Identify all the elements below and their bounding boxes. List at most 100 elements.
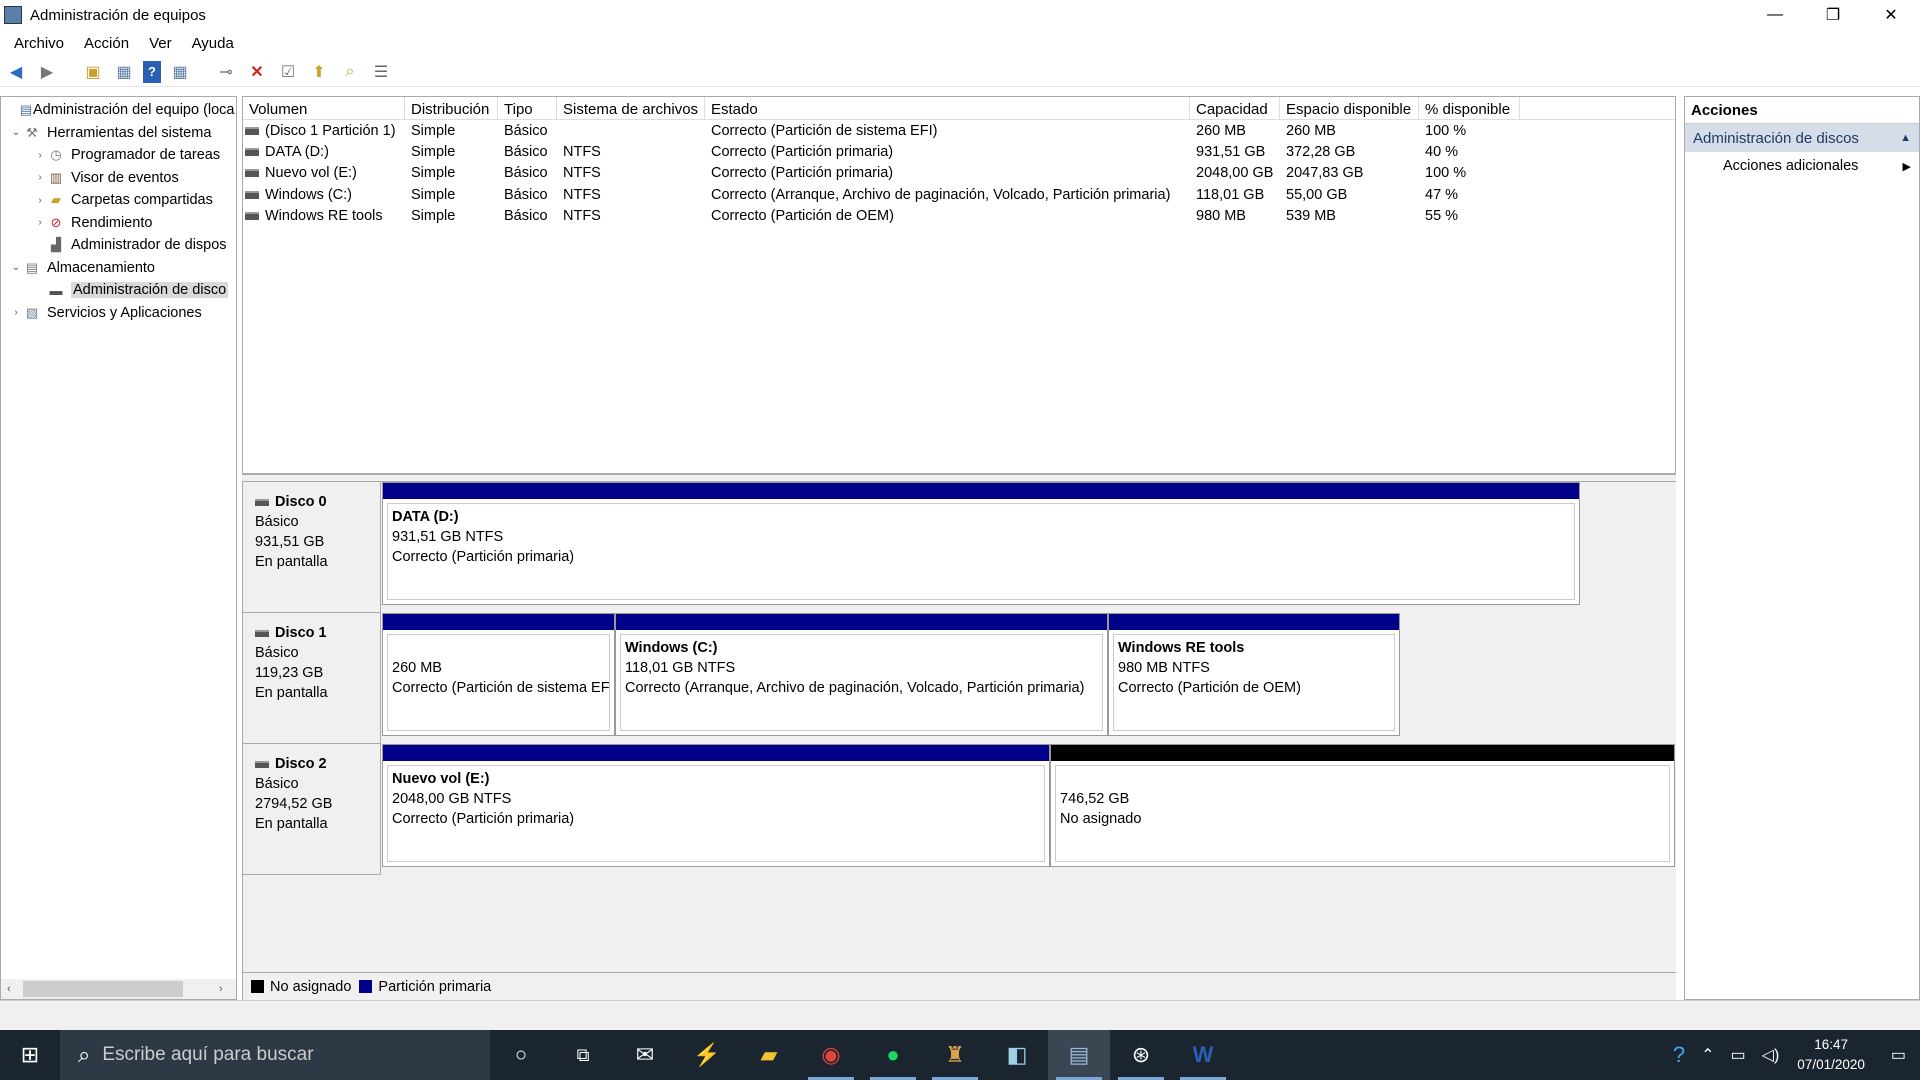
table-header: Volumen Distribución Tipo Sistema de arc…	[243, 97, 1675, 120]
table-cell: Simple	[411, 143, 456, 160]
console-view-icon[interactable]: ▦	[168, 61, 192, 83]
menu-accion[interactable]: Acción	[74, 35, 139, 52]
table-cell: Correcto (Arranque, Archivo de paginació…	[711, 186, 1171, 203]
table-cell: Simple	[411, 122, 456, 139]
forward-icon[interactable]: ▶	[35, 61, 59, 83]
partition-block[interactable]: DATA (D:) 931,51 GB NTFS Correcto (Parti…	[382, 482, 1580, 605]
minimize-button[interactable]: —	[1746, 0, 1804, 30]
table-cell: NTFS	[563, 207, 601, 224]
legend-unallocated: No asignado	[270, 978, 352, 995]
disk-icon	[255, 498, 269, 506]
tree-item-task-scheduler[interactable]: › ◷ Programador de tareas	[1, 144, 236, 167]
steam-icon[interactable]: ⊛	[1110, 1030, 1172, 1080]
menu-archivo[interactable]: Archivo	[4, 35, 74, 52]
tree-item-system-tools[interactable]: ⌄ ⚒ Herramientas del sistema	[1, 122, 236, 145]
visual-studio-icon[interactable]: ⚡	[676, 1030, 738, 1080]
tree-item-computer-management[interactable]: ▤ Administración del equipo (loca	[1, 99, 236, 122]
table-row[interactable]: Windows RE tools Simple Básico NTFS Correcto…	[243, 205, 1675, 226]
clock[interactable]: 16:47 07/01/2020	[1797, 1035, 1865, 1075]
tree-item-storage[interactable]: ⌄ ▤ Almacenamiento	[1, 257, 236, 280]
partition-size: 980 MB NTFS	[1118, 660, 1210, 676]
close-button[interactable]: ✕	[1862, 0, 1920, 30]
horizontal-scrollbar[interactable]: ‹ ›	[1, 979, 236, 999]
search-folder-icon[interactable]: ⌕	[338, 61, 362, 83]
word-icon[interactable]: W	[1172, 1030, 1234, 1080]
partition-block[interactable]: Windows (C:) 118,01 GB NTFS Correcto (Ar…	[615, 613, 1108, 736]
spotify-icon[interactable]: ●	[862, 1030, 924, 1080]
unallocated-block[interactable]: 746,52 GB No asignado	[1050, 744, 1675, 867]
file-explorer-icon[interactable]: ▰	[738, 1030, 800, 1080]
column-header-type[interactable]: Tipo	[498, 97, 557, 119]
menu-ver[interactable]: Ver	[139, 35, 182, 52]
column-header-capacity[interactable]: Capacidad	[1190, 97, 1280, 119]
disk-info[interactable]: Disco 1 Básico 119,23 GB En pantalla	[243, 613, 381, 744]
tree-item-disk-management[interactable]: ▬ Administración de disco	[1, 279, 236, 302]
partition-block[interactable]: 260 MB Correcto (Partición de sistema EF…	[382, 613, 615, 736]
table-row[interactable]: Windows (C:) Simple Básico NTFS Correcto (Ar…	[243, 184, 1675, 205]
delete-icon[interactable]: ✕	[245, 61, 269, 83]
scroll-left-icon[interactable]: ‹	[7, 983, 11, 995]
disk-size: 119,23 GB	[255, 665, 324, 681]
partition-label	[1060, 769, 1665, 789]
chevron-down-icon[interactable]: ⌄	[9, 262, 23, 273]
table-row[interactable]: Nuevo vol (E:) Simple Básico NTFS Correcto (…	[243, 163, 1675, 184]
mail-icon[interactable]: ✉	[614, 1030, 676, 1080]
windows-start-icon[interactable]: ⊞	[0, 1030, 60, 1080]
help-tray-icon[interactable]: ?	[1673, 1042, 1685, 1068]
chevron-right-icon[interactable]: ›	[33, 217, 47, 228]
up-folder-icon[interactable]: ▣	[81, 61, 105, 83]
column-header-percent-free[interactable]: % disponible	[1419, 97, 1520, 119]
tree-item-label: Visor de eventos	[71, 169, 179, 186]
cortana-icon[interactable]: ○	[490, 1030, 552, 1080]
collapse-icon[interactable]: ▲	[1900, 132, 1911, 144]
chevron-right-icon[interactable]: ›	[33, 195, 47, 206]
partition-block[interactable]: Nuevo vol (E:) 2048,00 GB NTFS Correcto …	[382, 744, 1050, 867]
table-row[interactable]: (Disco 1 Partición 1) Simple Básico Correct…	[243, 120, 1675, 141]
partition-block[interactable]: Windows RE tools 980 MB NTFS Correcto (P…	[1108, 613, 1400, 736]
list-view-icon[interactable]: ☰	[369, 61, 393, 83]
export-icon[interactable]: ⬆	[307, 61, 331, 83]
chrome-icon[interactable]: ◉	[800, 1030, 862, 1080]
menu-ayuda[interactable]: Ayuda	[182, 35, 244, 52]
network-icon[interactable]: ▭	[1731, 1045, 1746, 1065]
properties-icon[interactable]: ☑	[276, 61, 300, 83]
notifications-icon[interactable]: ▭	[1891, 1045, 1906, 1065]
chevron-right-icon[interactable]: ›	[33, 172, 47, 183]
disk-management-icon: ▬	[49, 282, 63, 298]
taskbar-search[interactable]: ⌕ Escribe aquí para buscar	[60, 1030, 490, 1080]
scroll-right-icon[interactable]: ›	[219, 983, 223, 995]
column-header-layout[interactable]: Distribución	[405, 97, 498, 119]
disk-info[interactable]: Disco 0 Básico 931,51 GB En pantalla	[243, 482, 381, 613]
tree-item-services-apps[interactable]: › ▧ Servicios y Aplicaciones	[1, 302, 236, 325]
help-icon[interactable]: ?	[143, 60, 161, 83]
computer-management-taskbar-icon[interactable]: ▤	[1048, 1030, 1110, 1080]
notes-app-icon[interactable]: ◧	[986, 1030, 1048, 1080]
back-icon[interactable]: ◀	[4, 61, 28, 83]
disk-info[interactable]: Disco 2 Básico 2794,52 GB En pantalla	[243, 744, 381, 875]
chevron-right-icon[interactable]: ›	[9, 307, 23, 318]
column-header-filesystem[interactable]: Sistema de archivos	[557, 97, 705, 119]
pane-splitter[interactable]	[242, 474, 1676, 482]
show-hide-tree-icon[interactable]: ▦	[112, 61, 136, 83]
chevron-right-icon[interactable]: ›	[33, 150, 47, 161]
table-cell: Correcto (Partición primaria)	[711, 165, 894, 182]
chevron-down-icon[interactable]: ⌄	[9, 127, 23, 138]
task-view-icon[interactable]: ⧉	[552, 1030, 614, 1080]
column-header-free-space[interactable]: Espacio disponible	[1280, 97, 1419, 119]
column-header-status[interactable]: Estado	[705, 97, 1190, 119]
partition-label: Nuevo vol (E:)	[392, 771, 490, 787]
restore-button[interactable]: ❐	[1804, 0, 1862, 30]
scrollbar-thumb[interactable]	[23, 981, 183, 997]
more-actions-item[interactable]: Acciones adicionales ▶	[1685, 152, 1919, 180]
table-row[interactable]: DATA (D:) Simple Básico NTFS Correcto (Parti…	[243, 141, 1675, 162]
connect-drive-icon[interactable]: ⊸	[214, 61, 238, 83]
chevron-up-icon[interactable]: ⌃	[1701, 1045, 1714, 1065]
tree-item-device-manager[interactable]: ▟ Administrador de dispos	[1, 234, 236, 257]
app-icon[interactable]: ♜	[924, 1030, 986, 1080]
tree-item-performance[interactable]: › ⊘ Rendimiento	[1, 212, 236, 235]
actions-section-disk-management[interactable]: Administración de discos ▲	[1685, 124, 1919, 152]
tree-item-shared-folders[interactable]: › ▰ Carpetas compartidas	[1, 189, 236, 212]
volume-icon[interactable]: ◁)	[1762, 1045, 1780, 1065]
column-header-volume[interactable]: Volumen	[243, 97, 405, 119]
tree-item-event-viewer[interactable]: › ▥ Visor de eventos	[1, 167, 236, 190]
